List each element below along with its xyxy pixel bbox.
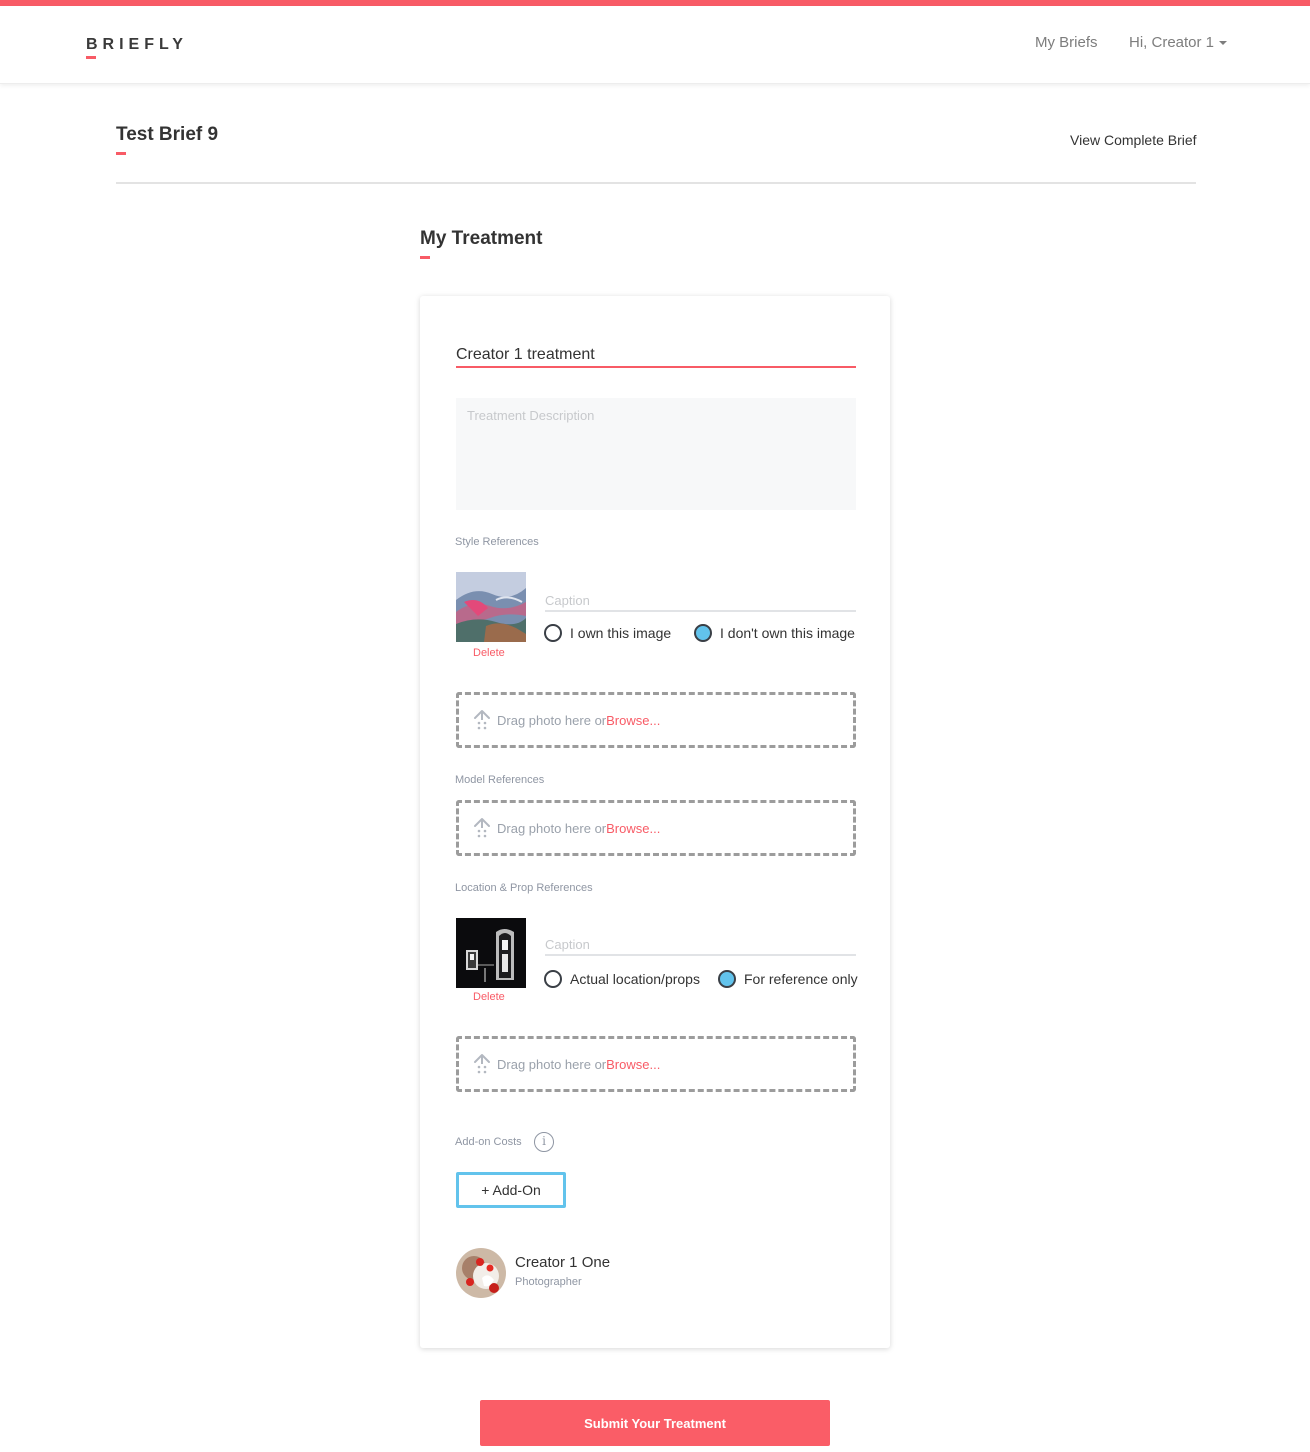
location-caption-input[interactable]	[545, 934, 856, 956]
addon-costs-label: Add-on Costs	[455, 1136, 522, 1148]
location-reference-thumbnail[interactable]	[456, 918, 526, 988]
user-menu[interactable]: Hi, Creator 1	[1129, 34, 1228, 51]
location-references-label: Location & Prop References	[455, 882, 593, 894]
style-reference-thumbnail[interactable]	[456, 572, 526, 642]
treatment-title-input[interactable]	[456, 344, 856, 368]
upload-arrow-icon	[474, 1054, 490, 1074]
treatment-card: Style References Delete I own this image…	[420, 296, 890, 1348]
radio-reference-only-label: For reference only	[744, 971, 858, 987]
navbar: BRIEFLY My Briefs Hi, Creator 1	[0, 6, 1310, 84]
dropzone-text: Drag photo here or	[497, 820, 607, 836]
delete-style-image-link[interactable]: Delete	[473, 647, 505, 659]
browse-link[interactable]: Browse...	[606, 1057, 660, 1072]
treatment-description-textarea[interactable]	[456, 398, 856, 510]
upload-arrow-icon	[474, 710, 490, 730]
radio-actual-location-label: Actual location/props	[570, 971, 700, 987]
view-complete-brief-link[interactable]: View Complete Brief	[1070, 132, 1197, 148]
location-reference-image	[456, 918, 526, 988]
radio-checked-icon	[718, 970, 736, 988]
radio-dont-own-image-label: I don't own this image	[720, 625, 855, 641]
style-references-dropzone[interactable]: Drag photo here or Browse...	[456, 692, 856, 748]
radio-own-image[interactable]: I own this image	[544, 624, 671, 642]
user-menu-label: Hi, Creator 1	[1129, 34, 1215, 51]
style-references-label: Style References	[455, 536, 539, 548]
briefly-logo[interactable]: BRIEFLY	[86, 36, 188, 54]
header-divider	[116, 182, 1196, 184]
section-title: My Treatment	[420, 228, 543, 249]
creator-avatar	[456, 1248, 506, 1298]
radio-reference-only[interactable]: For reference only	[718, 970, 858, 988]
dropzone-text: Drag photo here or	[497, 712, 607, 728]
radio-unchecked-icon	[544, 624, 562, 642]
delete-location-image-link[interactable]: Delete	[473, 991, 505, 1003]
brief-title-accent	[116, 152, 126, 155]
add-on-button[interactable]: + Add-On	[456, 1172, 566, 1208]
creator-name: Creator 1 One	[515, 1254, 611, 1271]
style-caption-input[interactable]	[545, 590, 856, 612]
browse-link[interactable]: Browse...	[606, 821, 660, 836]
nav-my-briefs[interactable]: My Briefs	[1035, 34, 1098, 51]
submit-treatment-button[interactable]: Submit Your Treatment	[480, 1400, 830, 1446]
radio-checked-icon	[694, 624, 712, 642]
caret-down-icon	[1219, 41, 1228, 46]
creator-role: Photographer	[515, 1276, 582, 1288]
info-icon[interactable]: i	[534, 1132, 554, 1152]
model-references-label: Model References	[455, 774, 545, 786]
brief-title: Test Brief 9	[116, 124, 219, 145]
dropzone-text: Drag photo here or	[497, 1056, 607, 1072]
avatar-image	[456, 1248, 506, 1298]
radio-own-image-label: I own this image	[570, 625, 672, 641]
style-reference-image	[456, 572, 526, 642]
browse-link[interactable]: Browse...	[606, 713, 660, 728]
radio-dont-own-image[interactable]: I don't own this image	[694, 624, 855, 642]
location-references-dropzone[interactable]: Drag photo here or Browse...	[456, 1036, 856, 1092]
section-title-accent	[420, 256, 430, 259]
radio-unchecked-icon	[544, 970, 562, 988]
upload-arrow-icon	[474, 818, 490, 838]
model-references-dropzone[interactable]: Drag photo here or Browse...	[456, 800, 856, 856]
radio-actual-location[interactable]: Actual location/props	[544, 970, 700, 988]
logo-accent	[86, 56, 96, 59]
